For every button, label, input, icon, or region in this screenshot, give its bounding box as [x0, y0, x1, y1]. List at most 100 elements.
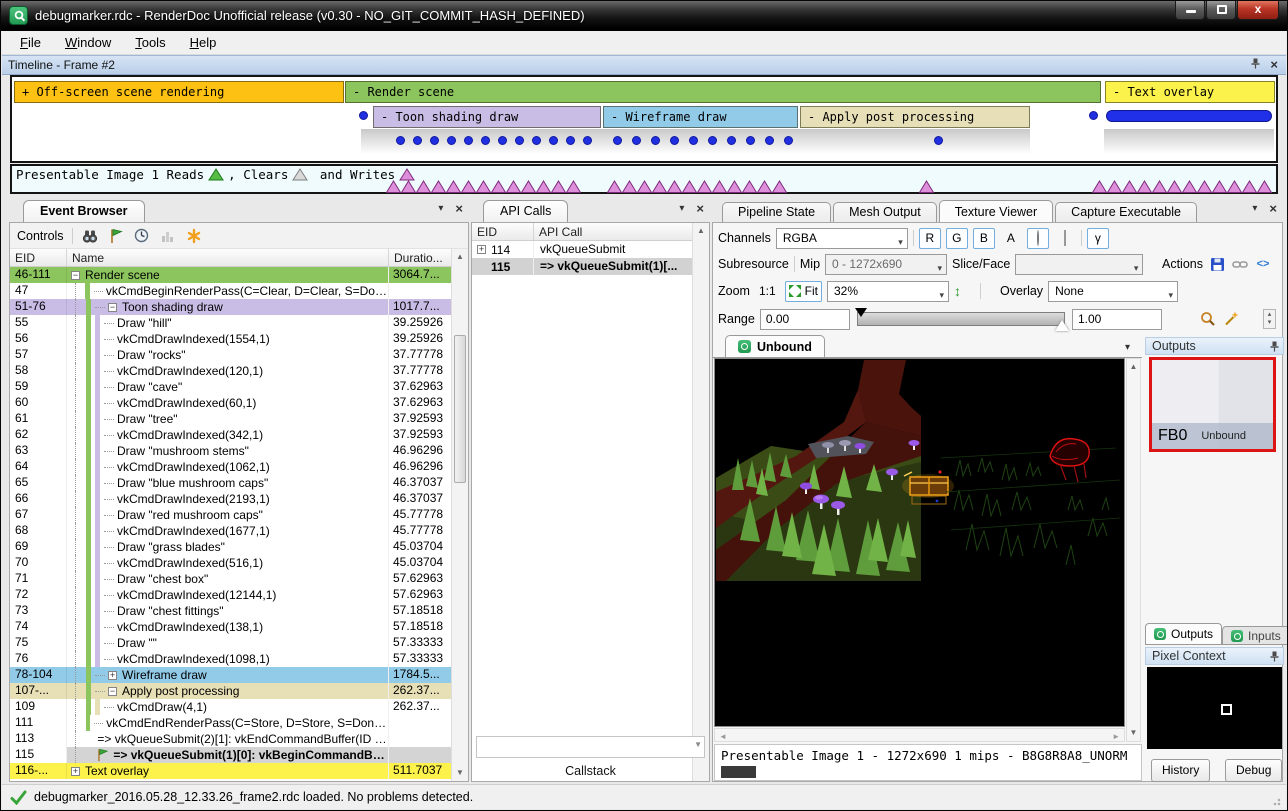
event-browser-scrollbar[interactable]: ▲ ▼	[451, 249, 468, 781]
api-call-row[interactable]: 115=> vkQueueSubmit(1)[...	[472, 258, 692, 275]
timeline-marker[interactable]: + Off-screen scene rendering	[14, 81, 344, 103]
timeline-event-dot[interactable]	[613, 136, 622, 145]
collapse-icon[interactable]: −	[71, 271, 80, 280]
event-row[interactable]: 59Draw "cave"37.62963	[10, 379, 451, 395]
event-row[interactable]: 60vkCmdDrawIndexed(60,1)37.62963	[10, 395, 451, 411]
callstack-listbox[interactable]: ▼	[476, 736, 705, 758]
timeline-marker[interactable]: - Text overlay	[1105, 81, 1275, 103]
texture-hscrollbar[interactable]: ◄ ►	[714, 728, 1125, 742]
timeline-event-dot[interactable]	[396, 136, 405, 145]
timeline-marker[interactable]: - Render scene	[345, 81, 1101, 103]
title-bar[interactable]: debugmarker.rdc - RenderDoc Unofficial r…	[1, 1, 1287, 31]
timeline-marker[interactable]: - Wireframe draw	[603, 106, 798, 128]
event-row[interactable]: 72vkCmdDrawIndexed(12144,1)57.62963	[10, 587, 451, 603]
event-row[interactable]: 67Draw "red mushroom caps"45.77778	[10, 507, 451, 523]
link-icon[interactable]	[1231, 256, 1249, 273]
pin-icon[interactable]	[1251, 56, 1260, 74]
event-row[interactable]: 46-111−Render scene3064.7...	[10, 267, 451, 283]
event-row[interactable]: 111vkCmdEndRenderPass(C=Store, D=Store, …	[10, 715, 451, 731]
range-max-input[interactable]: 1.00	[1072, 309, 1162, 330]
tab-api-calls[interactable]: API Calls	[483, 200, 568, 222]
menu-tools[interactable]: Tools	[123, 32, 177, 53]
zoom-select[interactable]: 32%▾	[827, 281, 949, 302]
timeline-event-dot[interactable]	[651, 136, 660, 145]
channels-select[interactable]: RGBA▾	[776, 228, 908, 249]
event-row[interactable]: 74vkCmdDrawIndexed(138,1)57.18518	[10, 619, 451, 635]
resize-grip[interactable]	[1273, 796, 1283, 806]
close-icon[interactable]: ×	[1269, 203, 1277, 215]
timeline-canvas[interactable]: + Off-screen scene rendering- Render sce…	[10, 75, 1278, 163]
event-row[interactable]: 69Draw "grass blades"45.03704	[10, 539, 451, 555]
close-button[interactable]: x	[1237, 1, 1279, 20]
api-call-row[interactable]: +114vkQueueSubmit	[472, 241, 692, 258]
panel-menu-caret-icon[interactable]: ▾	[1252, 203, 1257, 215]
timeline-marker[interactable]: - Apply post processing	[800, 106, 1030, 128]
event-row[interactable]: 78-104+Wireframe draw1784.5...	[10, 667, 451, 683]
expand-icon[interactable]: +	[108, 671, 117, 680]
panel-menu-caret-icon[interactable]: ▾	[438, 203, 443, 215]
event-row[interactable]: 61Draw "tree"37.92593	[10, 411, 451, 427]
event-row[interactable]: 71Draw "chest box"57.62963	[10, 571, 451, 587]
event-row[interactable]: 66vkCmdDrawIndexed(2193,1)46.37037	[10, 491, 451, 507]
resource-write-triangles[interactable]	[607, 180, 787, 193]
event-row[interactable]: 64vkCmdDrawIndexed(1062,1)46.96296	[10, 459, 451, 475]
event-row[interactable]: 113=> vkQueueSubmit(2)[1]: vkEndCommandB…	[10, 731, 451, 747]
timeline-event-dot[interactable]	[583, 136, 592, 145]
range-black-marker[interactable]	[855, 308, 867, 317]
event-row[interactable]: 107-...−Apply post processing262.37...	[10, 683, 451, 699]
slice-face-select[interactable]: ▾	[1015, 254, 1143, 275]
timeline-event-dot[interactable]	[746, 136, 755, 145]
timeline-event-dot[interactable]	[727, 136, 736, 145]
range-slider[interactable]	[855, 309, 1067, 329]
green-channel-button[interactable]: G	[946, 228, 968, 249]
menu-file[interactable]: File	[8, 32, 53, 53]
blue-channel-button[interactable]: B	[973, 228, 995, 249]
pixel-context-header[interactable]: Pixel Context	[1145, 647, 1284, 665]
event-row[interactable]: 75Draw ""57.33333	[10, 635, 451, 651]
pixel-context-view[interactable]	[1147, 667, 1282, 749]
scroll-down-icon[interactable]: ▼	[694, 740, 702, 749]
expand-icon[interactable]: +	[477, 245, 486, 254]
texture-display[interactable]	[714, 358, 1125, 727]
timeline-panel-header[interactable]: Timeline - Frame #2 ×	[2, 55, 1286, 75]
timeline-event-dot[interactable]	[784, 136, 793, 145]
timeline-event-dot[interactable]	[359, 111, 368, 120]
colorwheel-backcolor-button[interactable]	[1027, 228, 1049, 249]
event-row[interactable]: 51-76−Toon shading draw1017.7...	[10, 299, 451, 315]
api-table-header[interactable]: EID API Call	[472, 223, 692, 241]
event-row[interactable]: 68vkCmdDrawIndexed(1677,1)45.77778	[10, 523, 451, 539]
event-row[interactable]: 65Draw "blue mushroom caps"46.37037	[10, 475, 451, 491]
tab-event-browser[interactable]: Event Browser	[23, 200, 145, 222]
api-calls-scrollbar[interactable]: ▲	[692, 223, 709, 781]
timeline-event-dot[interactable]	[464, 136, 473, 145]
save-texture-icon[interactable]	[1208, 256, 1226, 273]
event-table-header[interactable]: EID Name Duratio...	[10, 249, 451, 267]
expand-icon[interactable]: +	[71, 767, 80, 776]
custom-action-star-icon[interactable]	[185, 227, 203, 244]
mip-select[interactable]: 0 - 1272x690▾	[825, 254, 947, 275]
timeline-event-dot[interactable]	[632, 136, 641, 145]
timeline-resource-band[interactable]: Presentable Image 1 Reads , Clears and W…	[10, 164, 1278, 194]
tab-inputs[interactable]: Inputs	[1222, 626, 1288, 645]
texture-vscrollbar[interactable]: ▲ ▼	[1126, 358, 1141, 742]
event-row[interactable]: 56vkCmdDrawIndexed(1554,1)39.25926	[10, 331, 451, 347]
find-event-icon[interactable]	[81, 227, 99, 244]
timeline-event-dot[interactable]	[481, 136, 490, 145]
close-icon[interactable]: ×	[455, 203, 463, 215]
fb0-output-thumbnail[interactable]: FB0 Unbound	[1149, 357, 1276, 452]
timeline-event-dot[interactable]	[765, 136, 774, 145]
tab-pipeline-state[interactable]: Pipeline State	[722, 202, 831, 222]
menu-help[interactable]: Help	[178, 32, 229, 53]
close-icon[interactable]: ×	[696, 203, 704, 215]
event-row[interactable]: 63Draw "mushroom stems"46.96296	[10, 443, 451, 459]
timeline-event-dot[interactable]	[515, 136, 524, 145]
timeline-event-dot[interactable]	[1089, 111, 1098, 120]
event-row[interactable]: 58vkCmdDrawIndexed(120,1)37.77778	[10, 363, 451, 379]
minimize-button[interactable]	[1175, 1, 1205, 20]
close-icon[interactable]: ×	[1270, 59, 1278, 71]
tab-capture-executable[interactable]: Capture Executable	[1055, 202, 1197, 222]
timeline-event-dot[interactable]	[549, 136, 558, 145]
autofit-wand-icon[interactable]	[1222, 311, 1240, 328]
timeline-event-dot[interactable]	[498, 136, 507, 145]
resource-write-triangles[interactable]	[386, 180, 581, 193]
